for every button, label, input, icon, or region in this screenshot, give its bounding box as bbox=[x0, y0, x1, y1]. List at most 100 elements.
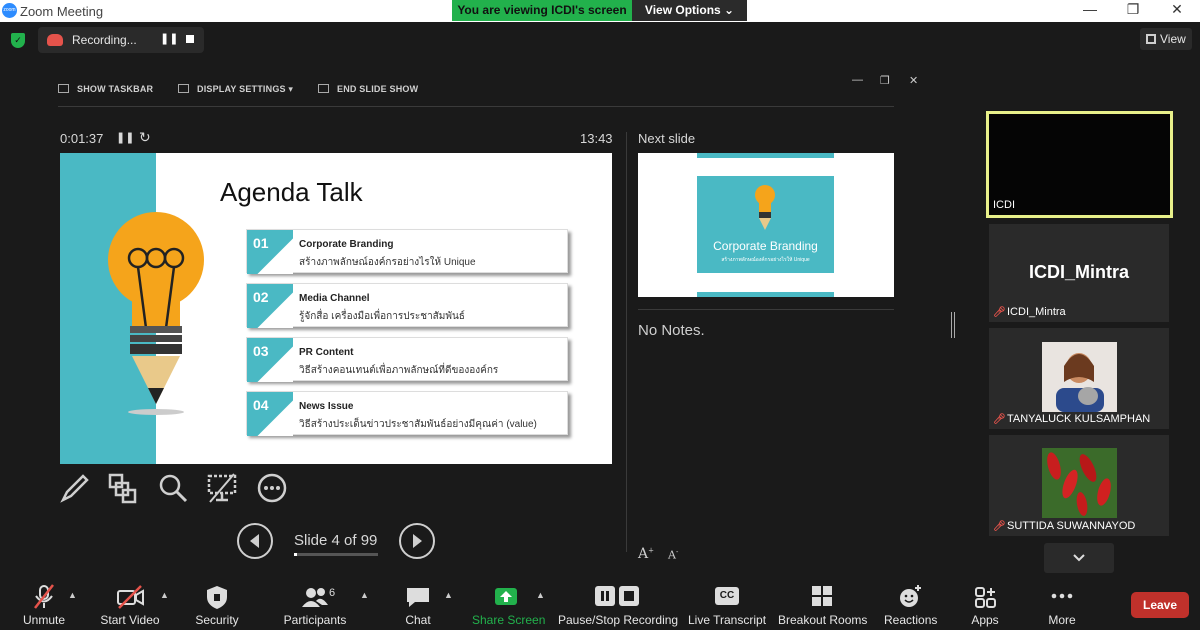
view-layout-label: View bbox=[1160, 32, 1186, 46]
agenda-item: 03 PR Content วิธีสร้างคอนเทนต์เพื่อภาพล… bbox=[246, 337, 568, 382]
previous-slide-button[interactable] bbox=[237, 523, 273, 559]
presenter-minimize-button[interactable]: — bbox=[852, 74, 863, 86]
more-options-icon[interactable] bbox=[256, 472, 288, 504]
reactions-label: Reactions bbox=[884, 613, 938, 627]
agenda-number-badge: 04 bbox=[247, 392, 293, 436]
window-title-bar: zoom Zoom Meeting You are viewing ICDI's… bbox=[0, 0, 1200, 22]
agenda-item: 02 Media Channel รู้จักสื่อ เครื่องมือเพ… bbox=[246, 283, 568, 328]
participant-tile[interactable]: 🎤︎SUTTIDA SUWANNAYOD bbox=[989, 435, 1169, 536]
close-window-button[interactable]: ✕ bbox=[1162, 1, 1192, 18]
presenter-restore-button[interactable]: ❐ bbox=[880, 74, 890, 87]
show-taskbar-button[interactable]: SHOW TASKBAR bbox=[58, 84, 153, 94]
apps-button[interactable]: Apps bbox=[966, 583, 1004, 627]
agenda-heading: Media Channel bbox=[299, 293, 370, 304]
black-screen-icon[interactable] bbox=[206, 472, 238, 504]
see-all-slides-icon[interactable] bbox=[107, 472, 139, 504]
chat-options-caret[interactable]: ▲ bbox=[444, 590, 453, 600]
pause-stop-icon bbox=[595, 586, 639, 606]
participant-tile-active-speaker[interactable]: ICDI bbox=[986, 111, 1173, 218]
video-options-caret[interactable]: ▲ bbox=[160, 590, 169, 600]
next-slide-label: Next slide bbox=[638, 131, 696, 146]
start-video-button[interactable]: Start Video bbox=[99, 583, 161, 627]
slide-counter: Slide 4 of 99 bbox=[294, 532, 378, 549]
view-options-button[interactable]: View Options ⌄ bbox=[632, 0, 747, 21]
participant-display-name: ICDI_Mintra bbox=[1028, 262, 1129, 282]
apps-icon bbox=[975, 587, 996, 608]
participants-options-caret[interactable]: ▲ bbox=[360, 590, 369, 600]
end-slide-show-button[interactable]: END SLIDE SHOW bbox=[318, 84, 418, 94]
display-settings-button[interactable]: DISPLAY SETTINGS ▾ bbox=[178, 84, 293, 95]
recording-cloud-icon bbox=[47, 34, 63, 46]
share-screen-button[interactable]: Share Screen bbox=[472, 583, 545, 627]
current-slide: Agenda Talk 01 Corporate Branding สร้างภ… bbox=[60, 153, 612, 464]
start-video-label: Start Video bbox=[100, 613, 160, 627]
chat-icon bbox=[407, 588, 429, 607]
agenda-item: 01 Corporate Branding สร้างภาพลักษณ์องค์… bbox=[246, 229, 568, 274]
increase-font-button[interactable]: A+ bbox=[638, 546, 654, 562]
chat-label: Chat bbox=[405, 613, 431, 627]
participant-avatar bbox=[1042, 342, 1117, 412]
zoom-logo-icon: zoom bbox=[2, 3, 17, 18]
next-slide-strip bbox=[697, 153, 834, 158]
restore-window-button[interactable]: ❐ bbox=[1118, 1, 1148, 18]
view-layout-button[interactable]: View bbox=[1140, 28, 1192, 50]
taskbar-icon bbox=[58, 84, 69, 93]
breakout-rooms-button[interactable]: Breakout Rooms bbox=[778, 583, 868, 627]
agenda-subtext: วิธีสร้างประเด็นข่าวประชาสัมพันธ์อย่างมี… bbox=[299, 419, 537, 430]
previous-arrow-icon bbox=[250, 534, 259, 548]
stop-recording-button[interactable] bbox=[186, 35, 194, 43]
agenda-heading: Corporate Branding bbox=[299, 239, 394, 250]
pause-recording-button[interactable]: ❚❚ bbox=[160, 32, 178, 45]
notes-divider bbox=[638, 309, 894, 310]
participant-tile[interactable]: 🎤︎TANYALUCK KULSAMPHAN bbox=[989, 328, 1169, 429]
presenter-divider bbox=[58, 106, 894, 107]
scroll-participants-down-button[interactable] bbox=[1044, 543, 1114, 573]
agenda-subtext: วิธีสร้างคอนเทนต์เพื่อภาพลักษณ์ที่ดีของอ… bbox=[299, 365, 499, 376]
security-button[interactable]: Security bbox=[193, 583, 241, 627]
unmute-button[interactable]: Unmute bbox=[14, 583, 74, 627]
presentation-timer: 0:01:37 bbox=[60, 131, 104, 146]
next-slide-button[interactable] bbox=[399, 523, 435, 559]
agenda-heading: News Issue bbox=[299, 401, 354, 412]
agenda-subtext: สร้างภาพลักษณ์องค์กรอย่างไรให้ Unique bbox=[299, 257, 476, 268]
mic-muted-icon: 🎤︎ bbox=[993, 521, 1006, 532]
participants-button[interactable]: 6 Participants bbox=[283, 583, 347, 627]
presenter-close-button[interactable]: ✕ bbox=[909, 74, 918, 87]
zoom-slide-icon[interactable] bbox=[157, 472, 189, 504]
next-slide-preview[interactable]: Corporate Branding สร้างภาพลักษณ์องค์กรอ… bbox=[638, 153, 894, 297]
slide-title: Agenda Talk bbox=[220, 177, 363, 207]
pause-timer-button[interactable]: ❚❚ bbox=[116, 131, 134, 144]
share-options-caret[interactable]: ▲ bbox=[536, 590, 545, 600]
live-transcript-button[interactable]: CC Live Transcript bbox=[688, 583, 766, 627]
recording-indicator: Recording... ❚❚ bbox=[38, 27, 204, 53]
show-taskbar-label: SHOW TASKBAR bbox=[77, 84, 154, 94]
split-resize-handle[interactable] bbox=[951, 312, 955, 338]
pause-stop-recording-button[interactable]: Pause/Stop Recording bbox=[558, 583, 678, 627]
audio-options-caret[interactable]: ▲ bbox=[68, 590, 77, 600]
more-label: More bbox=[1048, 613, 1076, 627]
current-time: 13:43 bbox=[580, 131, 613, 146]
participants-icon bbox=[302, 588, 328, 607]
display-settings-label: DISPLAY SETTINGS ▾ bbox=[197, 84, 294, 94]
participant-name: 🎤︎SUTTIDA SUWANNAYOD bbox=[993, 520, 1136, 532]
encryption-shield-icon[interactable]: ✓ bbox=[11, 33, 25, 48]
chevron-down-icon bbox=[1073, 554, 1085, 562]
chat-button[interactable]: Chat bbox=[402, 583, 434, 627]
participant-avatar bbox=[1042, 448, 1117, 518]
reactions-button[interactable]: Reactions bbox=[884, 583, 938, 627]
viewing-screen-banner: You are viewing ICDI's screen bbox=[452, 0, 632, 21]
reset-timer-button[interactable]: ↻ bbox=[139, 129, 151, 146]
participants-label: Participants bbox=[283, 613, 347, 627]
participant-tile[interactable]: ICDI_Mintra 🎤︎ICDI_Mintra bbox=[989, 224, 1169, 322]
pen-icon[interactable] bbox=[59, 472, 91, 504]
next-slide-title: Corporate Branding bbox=[713, 239, 818, 253]
leave-meeting-button[interactable]: Leave bbox=[1131, 592, 1189, 618]
video-off-icon bbox=[117, 585, 144, 609]
monitor-icon bbox=[178, 84, 189, 93]
decrease-font-button[interactable]: A- bbox=[668, 548, 678, 562]
minimize-window-button[interactable]: — bbox=[1075, 1, 1105, 17]
breakout-rooms-label: Breakout Rooms bbox=[778, 613, 868, 627]
more-button[interactable]: More bbox=[1044, 583, 1080, 627]
breakout-rooms-icon bbox=[812, 586, 832, 606]
participant-name: ICDI bbox=[993, 199, 1015, 211]
